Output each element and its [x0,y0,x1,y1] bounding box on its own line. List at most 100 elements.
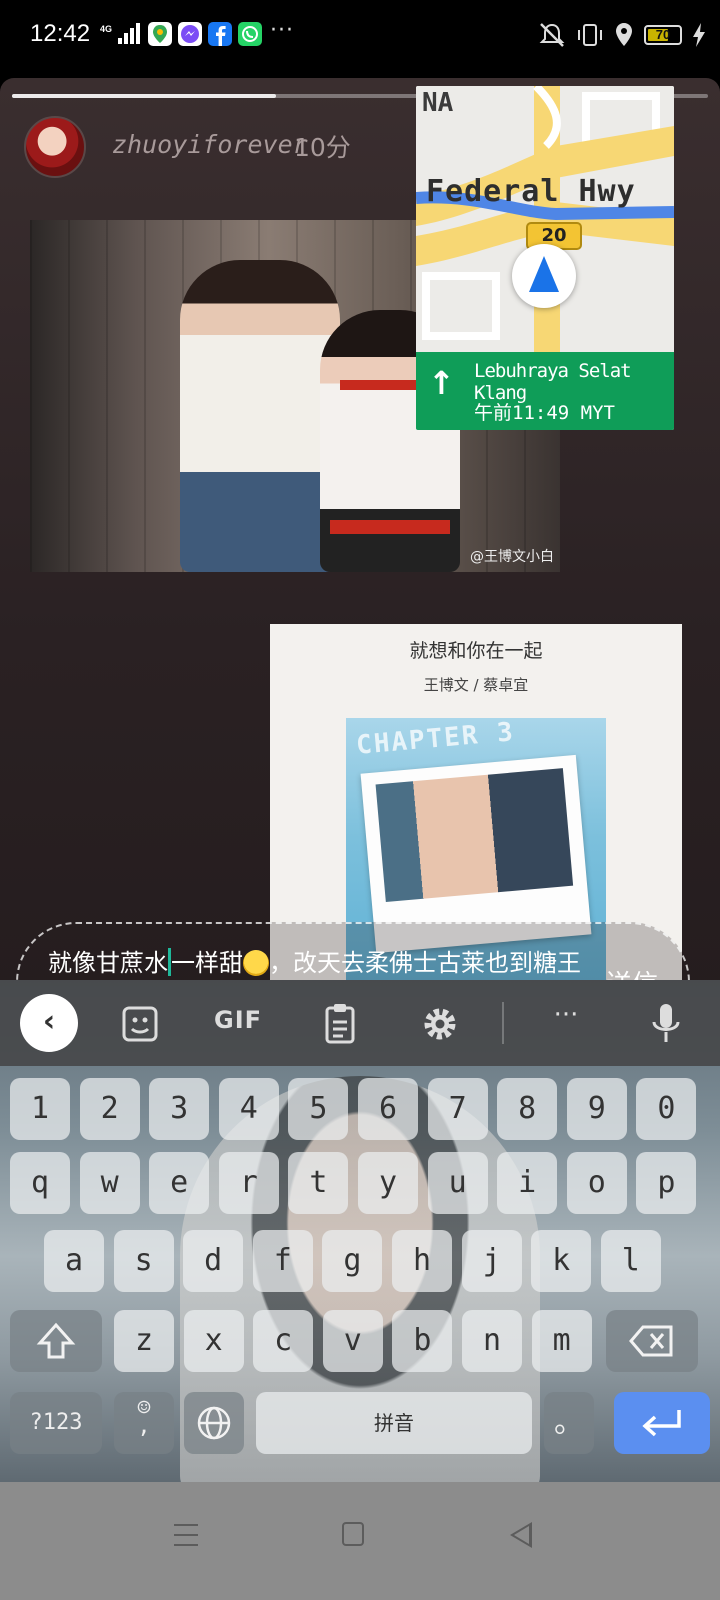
grimacing-face-emoji-icon [243,950,269,976]
key-g[interactable]: g [322,1230,383,1292]
key-w[interactable]: w [79,1152,140,1214]
back-icon[interactable] [510,1522,532,1548]
emoji-comma-key[interactable]: ☺, [114,1392,174,1454]
song-artist: 王博文 / 蔡卓宜 [423,676,529,694]
key-8[interactable]: 8 [497,1078,558,1140]
toolbar-divider [502,1002,504,1044]
enter-arrow-icon [642,1410,681,1437]
map-area-label: NA [422,88,454,118]
avatar[interactable] [24,116,86,178]
key-y[interactable]: y [358,1152,418,1214]
key-k[interactable]: k [531,1230,592,1292]
keyboard-toolbar: ‹ GIF ··· [0,980,720,1066]
signal-4g-icon: 4G [100,23,140,44]
comma-label: , [137,1414,151,1439]
charging-icon [693,23,705,47]
backspace-key[interactable] [606,1310,698,1372]
space-key[interactable]: 拼音 [256,1392,532,1454]
key-7[interactable]: 7 [427,1078,488,1140]
battery-icon: 70 [644,25,682,45]
key-j[interactable]: j [461,1230,522,1292]
sticker-icon[interactable] [115,1002,165,1046]
next-turn-banner[interactable]: ↑ Lebuhraya Selat Klang 午前11:49 MYT [416,352,674,430]
key-p[interactable]: p [636,1152,697,1214]
key-i[interactable]: i [497,1152,558,1214]
straight-arrow-icon: ↑ [428,364,455,402]
navigation-pip-window[interactable]: NA Federal Hwy 20 ↑ Lebuhraya Selat Klan… [416,86,674,430]
svg-text:4G: 4G [100,24,112,34]
maps-icon [148,22,172,46]
key-0[interactable]: 0 [636,1078,697,1140]
recent-apps-icon[interactable] [174,1524,198,1546]
photo-watermark: @王博文小白 [470,549,554,565]
key-u[interactable]: u [427,1152,488,1214]
system-navigation-bar [0,1482,720,1600]
story-timestamp: 10分 [294,133,351,162]
key-6[interactable]: 6 [358,1078,418,1140]
location-icon [616,23,632,46]
key-o[interactable]: o [566,1152,627,1214]
key-d[interactable]: d [183,1230,244,1292]
key-4[interactable]: 4 [218,1078,279,1140]
whatsapp-icon [238,22,262,46]
album-cover-face [375,768,574,903]
settings-gear-icon[interactable] [415,1002,465,1046]
key-c[interactable]: c [253,1310,314,1372]
battery-percent: 70 [655,27,671,42]
key-5[interactable]: 5 [288,1078,349,1140]
key-9[interactable]: 9 [566,1078,627,1140]
key-n[interactable]: n [462,1310,522,1372]
mute-bell-icon [539,23,565,47]
key-a[interactable]: a [44,1230,104,1292]
photo-stripe [330,520,450,534]
key-2[interactable]: 2 [79,1078,140,1140]
key-h[interactable]: h [392,1230,452,1292]
clipboard-icon[interactable] [315,1002,365,1046]
key-3[interactable]: 3 [149,1078,210,1140]
home-icon[interactable] [342,1522,364,1546]
photo-person-left [180,260,340,572]
reply-text-part: 就像甘蔗水 [48,949,168,977]
shift-key[interactable] [10,1310,102,1372]
key-l[interactable]: l [600,1230,661,1292]
period-key[interactable]: 。 [544,1392,594,1454]
keyboard[interactable]: ‹ GIF ··· 1234567890 qwertyuiop asdfghjkl z… [0,980,720,1482]
navigation-arrow-icon [512,244,576,308]
key-t[interactable]: t [288,1152,349,1214]
key-s[interactable]: s [113,1230,174,1292]
key-q[interactable]: q [10,1152,70,1214]
key-v[interactable]: v [322,1310,383,1372]
status-bar: 12:42 4G ··· 70 [0,0,720,72]
story-progress-fill [12,94,277,98]
key-m[interactable]: m [531,1310,592,1372]
reply-text-part: 一样甜 [171,949,243,977]
more-notifications-icon: ··· [270,18,294,43]
enter-key[interactable] [614,1392,710,1454]
vibrate-icon [578,24,602,46]
notification-app-icons [148,22,262,46]
key-r[interactable]: r [218,1152,279,1214]
backspace-icon [629,1325,673,1357]
shift-icon [36,1322,76,1359]
language-key[interactable] [184,1392,244,1454]
key-z[interactable]: z [114,1310,174,1372]
key-b[interactable]: b [392,1310,453,1372]
story-username[interactable]: zhuoyiforever [112,130,308,159]
symbols-key[interactable]: ?123 [10,1392,102,1454]
key-1[interactable]: 1 [10,1078,70,1140]
album-cover-text: CHAPTER 3 [354,717,516,761]
song-title: 就想和你在一起 [409,640,543,662]
eta: 午前11:49 MYT [474,402,615,424]
key-f[interactable]: f [252,1230,313,1292]
map-view[interactable] [416,86,674,352]
key-e[interactable]: e [149,1152,210,1214]
facebook-icon [208,22,232,46]
globe-icon [197,1406,231,1440]
more-options-icon[interactable]: ··· [541,1000,591,1030]
key-x[interactable]: x [183,1310,244,1372]
system-icons: 70 [538,22,706,48]
collapse-toolbar-button[interactable]: ‹ [20,994,78,1052]
gif-button[interactable]: GIF [214,1006,262,1034]
messenger-icon [178,22,202,46]
microphone-icon[interactable] [641,1002,691,1046]
